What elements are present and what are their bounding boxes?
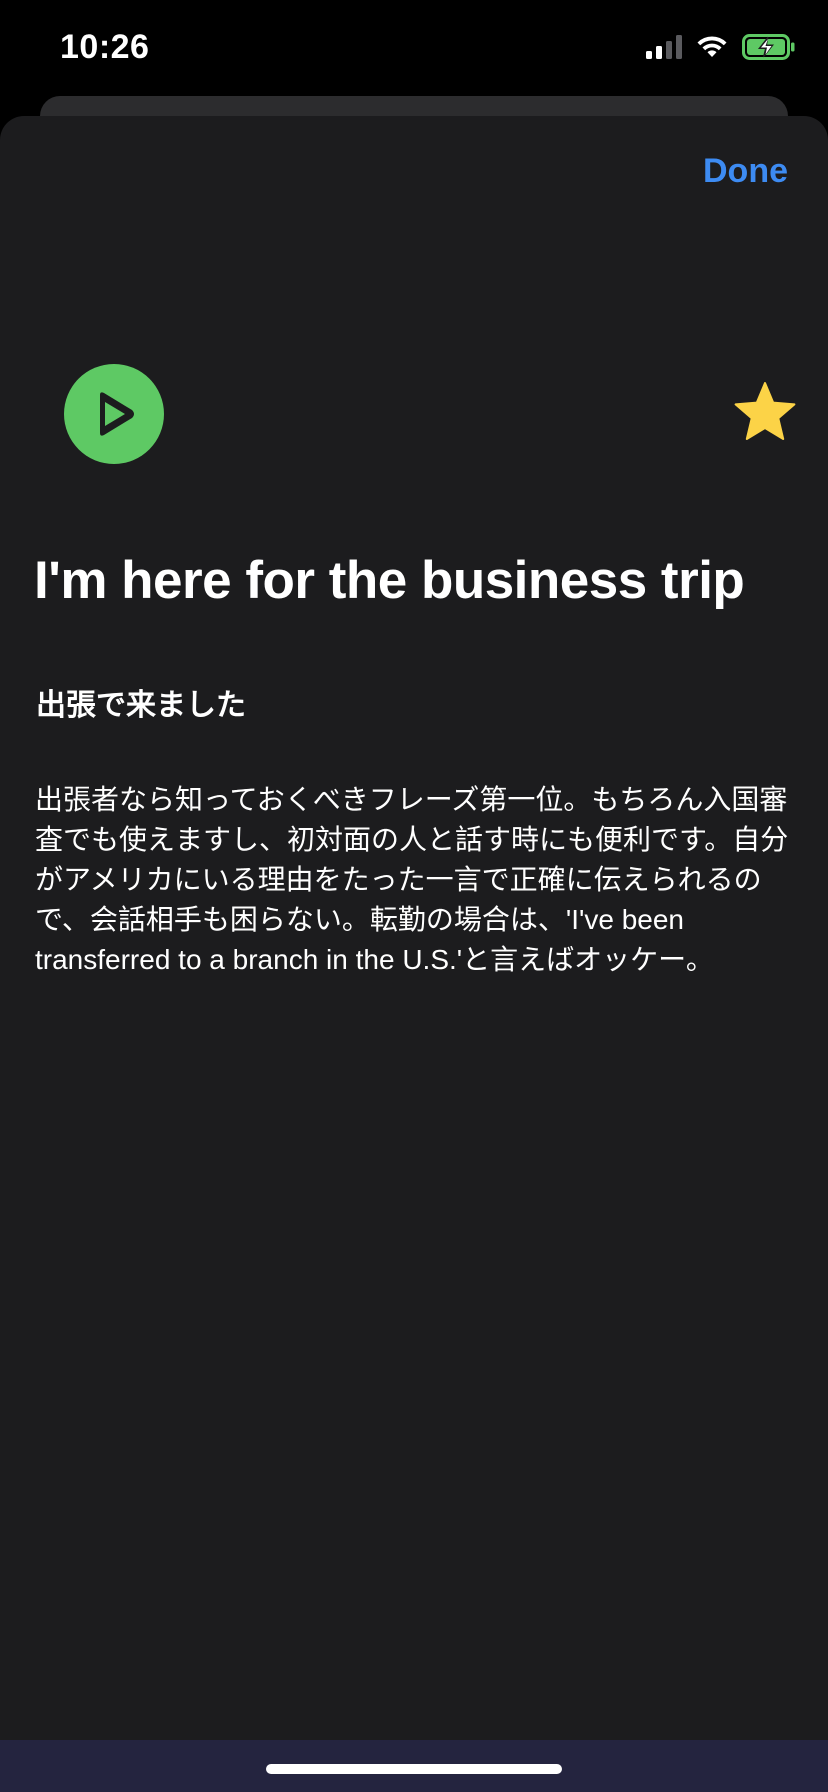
phrase-description: 出張者なら知っておくべきフレーズ第一位。もちろん入国審査でも使えますし、初対面の… <box>35 784 789 975</box>
phrase-title: I'm here for the business trip <box>34 551 745 610</box>
phrase-detail-sheet: Done I'm here for the business trip 出張で来… <box>0 116 828 1792</box>
play-button[interactable] <box>64 364 164 464</box>
battery-charging-icon <box>742 34 796 65</box>
cellular-signal-icon <box>646 35 682 64</box>
wifi-icon <box>696 35 728 64</box>
play-icon <box>100 392 134 436</box>
done-button[interactable]: Done <box>703 152 788 191</box>
status-bar: 10:26 <box>0 0 828 96</box>
screen: 10:26 Done I'm here for the business tri… <box>0 0 828 1792</box>
status-icons <box>646 34 796 65</box>
favorite-button[interactable] <box>732 380 798 446</box>
status-time: 10:26 <box>60 28 150 66</box>
phrase-translation: 出張で来ました <box>36 689 246 722</box>
home-indicator[interactable] <box>266 1764 562 1774</box>
star-icon <box>734 382 796 440</box>
